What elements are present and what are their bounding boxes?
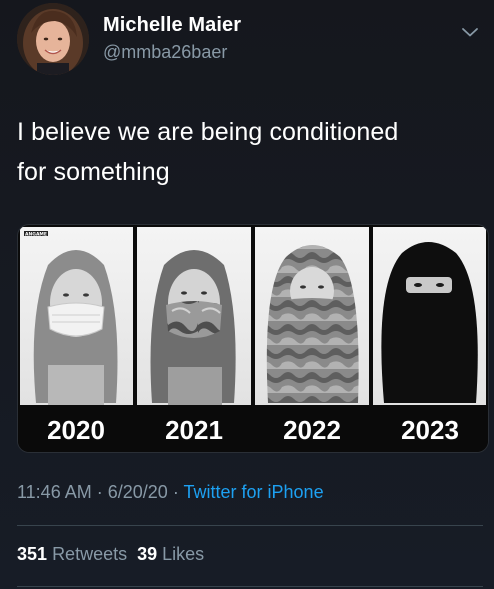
user-handle[interactable]: @mmba26baer [103,42,227,63]
divider [17,586,483,587]
source-link[interactable]: Twitter for iPhone [184,482,324,502]
panel-2022 [255,227,369,405]
panel-2020 [20,227,133,405]
tweet-stats: 351 Retweets 39 Likes [17,544,204,565]
avatar-image [17,3,89,75]
panel-2021 [137,227,251,405]
tweet-text-line: for something [17,158,170,186]
retweets-label: Retweets [52,544,128,564]
tweet-text: I believe we are being conditioned for s… [17,112,477,192]
brand-mark: ANGAME [25,232,47,238]
year-label: 2023 [401,415,459,445]
likes-count: 39 [137,544,158,564]
tweet-date[interactable]: 6/20/20 [108,482,168,502]
avatar[interactable] [17,3,89,75]
separator: · [172,482,179,502]
likes-label: Likes [162,544,205,564]
tweet-time[interactable]: 11:46 AM [17,482,92,502]
media-image: ANGAME 2020 2021 2022 2023 [18,227,488,452]
likes-stat[interactable]: 39 Likes [137,544,204,564]
panel-2023 [373,227,486,405]
tweet-meta: 11:46 AM · 6/20/20 · Twitter for iPhone [17,482,324,503]
tweet-header: Michelle Maier @mmba26baer [0,0,494,90]
tweet-media[interactable]: ANGAME 2020 2021 2022 2023 [17,224,489,453]
retweets-stat[interactable]: 351 Retweets [17,544,127,564]
chevron-down-icon[interactable] [458,20,482,44]
separator: · [96,482,103,502]
retweets-count: 351 [17,544,48,564]
year-label: 2020 [47,415,105,445]
divider [17,525,483,526]
year-label: 2021 [165,415,223,445]
year-label: 2022 [283,415,341,445]
display-name[interactable]: Michelle Maier [103,14,241,37]
tweet-text-line: I believe we are being conditioned [17,118,399,146]
